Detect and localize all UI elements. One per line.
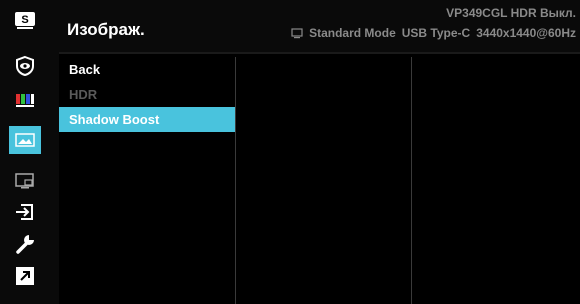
menu-item-shadow-boost[interactable]: Shadow Boost [59, 107, 235, 132]
model-status: VP349CGL HDR Выкл. [446, 6, 576, 20]
menu-item-back[interactable]: Back [59, 57, 235, 82]
monitor-icon [291, 27, 303, 38]
column-divider-2 [411, 57, 412, 304]
submenu: Back HDR Shadow Boost [59, 57, 235, 132]
system-setup-icon[interactable] [9, 230, 41, 258]
osd-screen: S Изображ. VP349CGL HDR Выкл. Standard M… [0, 0, 580, 304]
mode-text: Standard Mode [309, 26, 396, 40]
shortcut-icon[interactable] [9, 262, 41, 290]
input-text: USB Type-C [401, 26, 471, 40]
header-bar: Изображ. VP349CGL HDR Выкл. Standard Mod… [59, 0, 580, 52]
color-bars-icon[interactable] [9, 86, 41, 114]
menu-item-hdr: HDR [69, 87, 98, 102]
input-select-icon[interactable] [9, 198, 41, 226]
sidebar: S [0, 0, 59, 304]
pip-icon[interactable] [9, 167, 41, 195]
header-divider [59, 52, 580, 54]
svg-text:S: S [21, 14, 28, 26]
eye-care-icon[interactable] [9, 52, 41, 80]
resolution-text: 3440x1440@60Hz [476, 26, 576, 40]
column-divider-1 [235, 57, 236, 304]
page-title: Изображ. [67, 20, 145, 39]
image-icon[interactable] [9, 126, 41, 154]
status-line: Standard Mode USB Type-C 3440x1440@60Hz [291, 26, 576, 40]
splendid-s-icon[interactable]: S [9, 6, 41, 34]
